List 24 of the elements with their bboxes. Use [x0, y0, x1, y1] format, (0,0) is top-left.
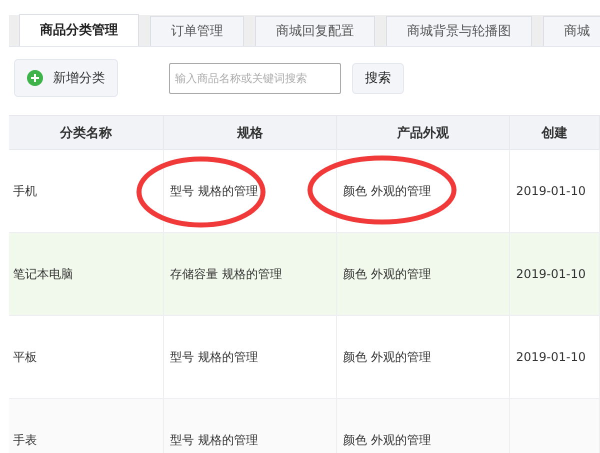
cell-text: 型号 规格的管理 [170, 350, 258, 364]
tab[interactable]: 订单管理 [150, 16, 244, 46]
table-cell: 笔记本电脑 [9, 232, 164, 316]
tab[interactable]: 商城 [543, 16, 600, 46]
cell-text: 型号 规格的管理 [170, 432, 258, 446]
cell-text: 颜色 外观的管理 [343, 350, 431, 364]
column-header: 规格 [164, 116, 336, 150]
cell-text: 颜色 外观的管理 [343, 432, 431, 446]
table-cell: 手表 [9, 398, 164, 453]
column-header: 创建 [510, 116, 600, 150]
tab[interactable]: 商城回复配置 [255, 16, 375, 46]
add-category-button[interactable]: 新增分类 [14, 59, 118, 97]
plus-circle-icon [27, 70, 43, 86]
cell-text: 颜色 外观的管理 [343, 266, 431, 280]
column-header: 分类名称 [9, 116, 164, 150]
cell-text: 颜色 外观的管理 [343, 184, 431, 198]
search-button[interactable]: 搜索 [352, 62, 404, 94]
cell-text: 型号 规格的管理 [170, 184, 258, 198]
column-header: 产品外观 [336, 116, 510, 150]
tab[interactable]: 商城背景与轮播图 [386, 16, 532, 46]
tab[interactable]: 商品分类管理 [19, 14, 139, 46]
table-cell: 2019-01-10 [510, 232, 600, 316]
search-field[interactable]: 输入商品名称或关键词搜索 [169, 62, 341, 94]
cell-text: 存储容量 规格的管理 [170, 266, 282, 280]
